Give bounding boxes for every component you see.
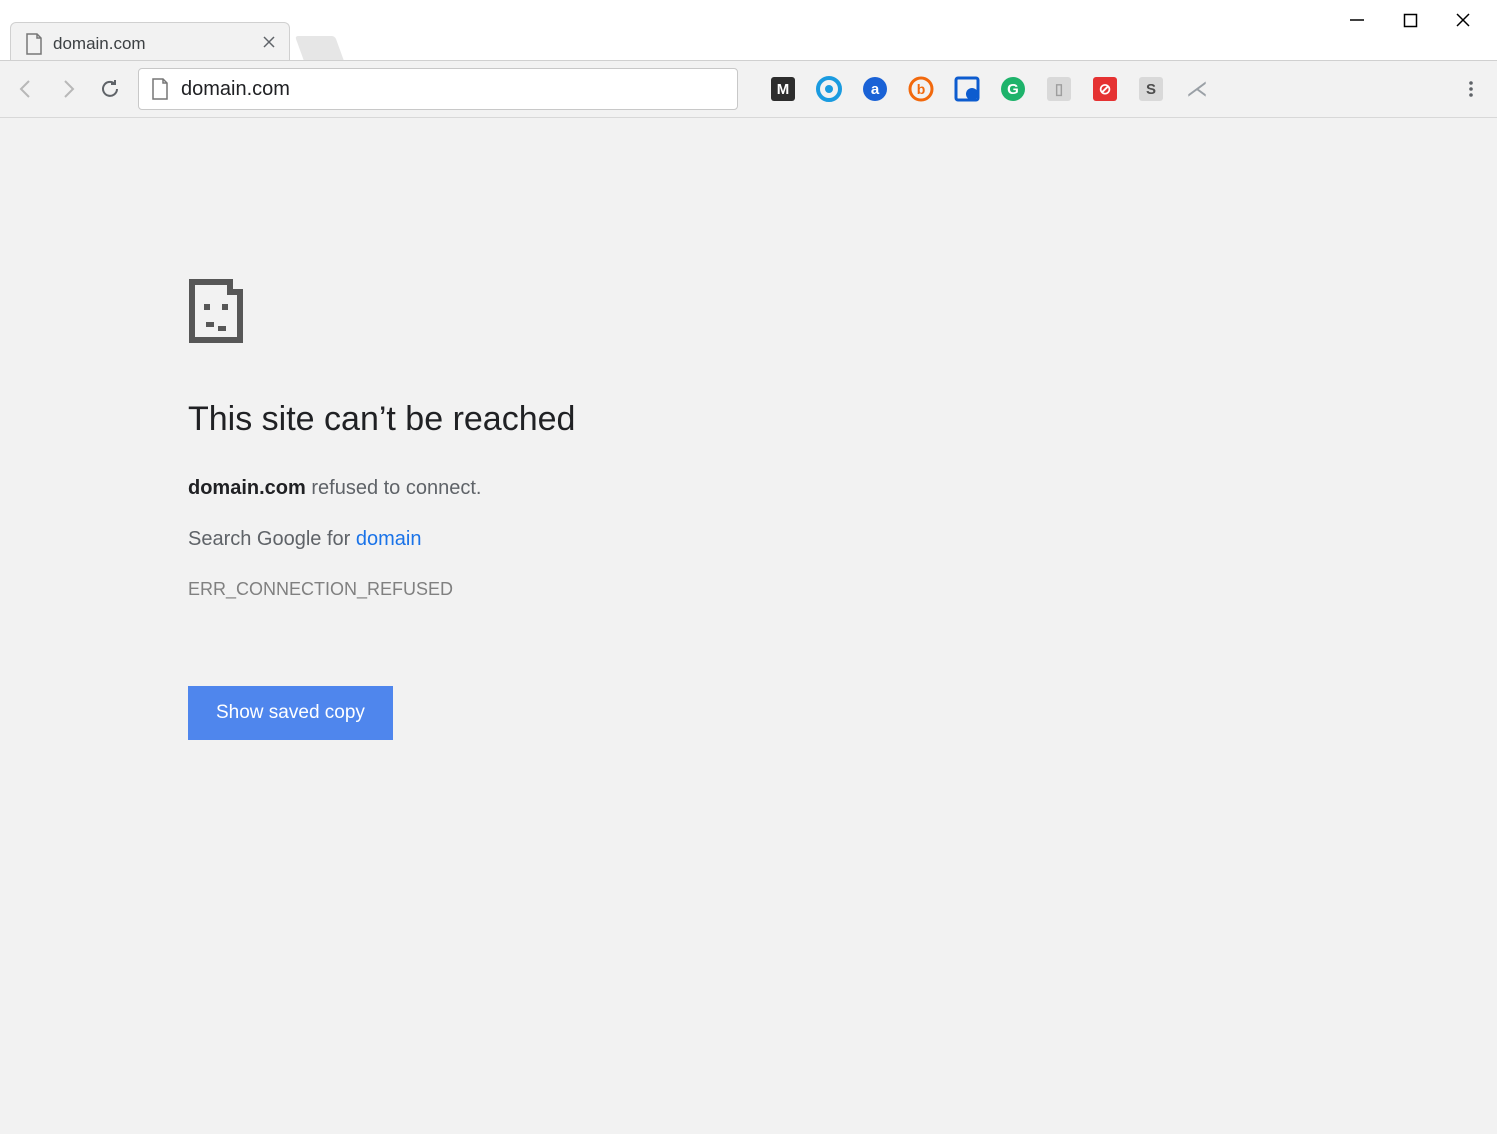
extension-ext-red[interactable]: ⊘	[1092, 76, 1118, 102]
error-search-link[interactable]: domain	[356, 528, 422, 550]
svg-text:⊘: ⊘	[1099, 81, 1112, 98]
page-content: This site can’t be reached domain.com re…	[0, 118, 1497, 1134]
extension-ext-g[interactable]: G	[1000, 76, 1026, 102]
browser-tab[interactable]: domain.com	[10, 22, 290, 64]
browser-menu-button[interactable]	[1457, 75, 1485, 103]
file-icon	[151, 78, 169, 100]
svg-text:M: M	[777, 81, 790, 98]
address-bar[interactable]	[138, 68, 738, 110]
browser-toolbar: Ma b G ▯ ⊘ S ⋌	[0, 60, 1497, 118]
svg-text:⋌: ⋌	[1186, 76, 1208, 101]
show-saved-copy-button[interactable]: Show saved copy	[188, 686, 393, 740]
extension-ext-a[interactable]: a	[862, 76, 888, 102]
svg-text:▯: ▯	[1055, 81, 1063, 98]
extension-ext-o1[interactable]	[816, 76, 842, 102]
error-host: domain.com	[188, 477, 306, 499]
tab-close-icon[interactable]	[263, 35, 275, 53]
extensions-bar: Ma b G ▯ ⊘ S ⋌	[770, 76, 1210, 102]
error-panel: This site can’t be reached domain.com re…	[188, 278, 888, 740]
extension-ext-pic[interactable]	[954, 76, 980, 102]
url-input[interactable]	[181, 78, 725, 101]
window-close-button[interactable]	[1454, 11, 1472, 29]
file-icon	[25, 33, 43, 55]
extension-ext-pg[interactable]: ▯	[1046, 76, 1072, 102]
error-code: ERR_CONNECTION_REFUSED	[188, 579, 888, 600]
error-search-line: Search Google for domain	[188, 528, 888, 551]
window-maximize-button[interactable]	[1401, 11, 1419, 29]
svg-text:a: a	[871, 81, 880, 98]
error-search-prefix: Search Google for	[188, 528, 356, 550]
forward-button[interactable]	[54, 75, 82, 103]
svg-text:b: b	[917, 81, 926, 97]
svg-text:S: S	[1146, 81, 1156, 98]
error-refused-text: refused to connect.	[306, 477, 482, 499]
window-minimize-button[interactable]	[1348, 11, 1366, 29]
error-detail-line: domain.com refused to connect.	[188, 477, 888, 500]
window-controls	[1348, 0, 1497, 40]
extension-ext-b[interactable]: b	[908, 76, 934, 102]
extension-ext-s[interactable]: S	[1138, 76, 1164, 102]
sad-page-icon	[188, 278, 248, 344]
reload-button[interactable]	[96, 75, 124, 103]
extension-ext-m[interactable]: M	[770, 76, 796, 102]
extension-ext-fork[interactable]: ⋌	[1184, 76, 1210, 102]
error-heading: This site can’t be reached	[188, 400, 888, 439]
tab-strip: domain.com	[10, 18, 340, 64]
tab-title: domain.com	[53, 34, 253, 54]
back-button[interactable]	[12, 75, 40, 103]
svg-text:G: G	[1007, 81, 1019, 98]
